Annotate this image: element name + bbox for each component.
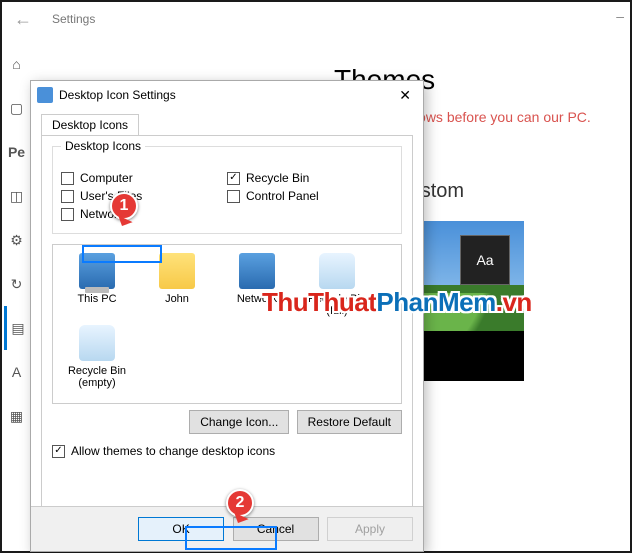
recycle-bin-empty-icon — [79, 325, 115, 361]
close-icon[interactable]: ✕ — [393, 85, 417, 106]
this-pc-icon — [79, 253, 115, 289]
checkbox-icon: ✓ — [227, 172, 240, 185]
minimize-button[interactable]: – — [616, 8, 624, 24]
nav-item-icon[interactable]: A — [4, 350, 29, 394]
list-item[interactable]: This PC — [57, 253, 137, 317]
annotation-marker-2: 2 — [226, 489, 254, 517]
dialog-button-bar: OK Cancel Apply — [31, 506, 423, 551]
nav-item-icon[interactable]: ▤ — [4, 306, 29, 350]
settings-window-title: Settings — [52, 12, 95, 26]
apply-button[interactable]: Apply — [327, 517, 413, 541]
checkbox-label: Recycle Bin — [246, 171, 309, 185]
home-icon[interactable]: ⌂ — [4, 42, 29, 86]
dialog-title: Desktop Icon Settings — [59, 88, 176, 102]
checkbox-users-files[interactable]: User's Files — [61, 189, 227, 203]
checkbox-allow-themes[interactable]: ✓ Allow themes to change desktop icons — [52, 444, 402, 458]
tab-desktop-icons[interactable]: Desktop Icons — [41, 114, 139, 136]
checkbox-icon — [227, 190, 240, 203]
preview-color-sample: Aa — [460, 235, 510, 285]
list-item-label: Recycle Bin (empty) — [57, 365, 137, 389]
checkbox-icon — [61, 190, 74, 203]
checkbox-network[interactable]: Network — [61, 207, 227, 221]
checkbox-label: Allow themes to change desktop icons — [71, 444, 275, 458]
settings-titlebar: ← Settings — [4, 4, 628, 34]
restore-default-button[interactable]: Restore Default — [297, 410, 402, 434]
nav-item-icon[interactable]: Pe — [4, 130, 29, 174]
recycle-bin-full-icon — [319, 253, 355, 289]
groupbox-legend: Desktop Icons — [61, 139, 145, 153]
settings-sidebar: ⌂ ▢ Pe ◫ ⚙ ↻ ▤ A ▦ — [4, 42, 29, 542]
watermark: ThuThuatPhanMem.vn — [262, 287, 532, 318]
dialog-titlebar: Desktop Icon Settings ✕ — [31, 81, 423, 109]
nav-item-icon[interactable]: ↻ — [4, 262, 29, 306]
checkbox-icon: ✓ — [52, 445, 65, 458]
annotation-marker-1: 1 — [110, 192, 138, 220]
checkbox-computer[interactable]: Computer — [61, 171, 227, 185]
checkbox-recycle-bin[interactable]: ✓ Recycle Bin — [227, 171, 393, 185]
list-item-label: This PC — [57, 293, 137, 305]
network-icon — [239, 253, 275, 289]
checkbox-label: Computer — [80, 171, 133, 185]
dialog-panel: Desktop Icons Computer User's Files — [41, 135, 413, 513]
list-item[interactable]: Recycle Bin (empty) — [57, 325, 137, 389]
checkbox-control-panel[interactable]: Control Panel — [227, 189, 393, 203]
icon-preview-listbox[interactable]: This PC John Network Recycle Bin (full) … — [52, 244, 402, 404]
nav-item-icon[interactable]: ▢ — [4, 86, 29, 130]
ok-button[interactable]: OK — [138, 517, 224, 541]
list-item-label: John — [137, 293, 217, 305]
back-arrow-icon[interactable]: ← — [14, 9, 32, 30]
checkbox-label: Control Panel — [246, 189, 319, 203]
checkbox-icon — [61, 172, 74, 185]
nav-item-icon[interactable]: ⚙ — [4, 218, 29, 262]
checkbox-icon — [61, 208, 74, 221]
dialog-icon — [37, 87, 53, 103]
user-folder-icon — [159, 253, 195, 289]
list-item[interactable]: John — [137, 253, 217, 317]
nav-item-icon[interactable]: ◫ — [4, 174, 29, 218]
desktop-icons-groupbox: Desktop Icons Computer User's Files — [52, 146, 402, 234]
change-icon-button[interactable]: Change Icon... — [189, 410, 289, 434]
nav-item-icon[interactable]: ▦ — [4, 394, 29, 438]
